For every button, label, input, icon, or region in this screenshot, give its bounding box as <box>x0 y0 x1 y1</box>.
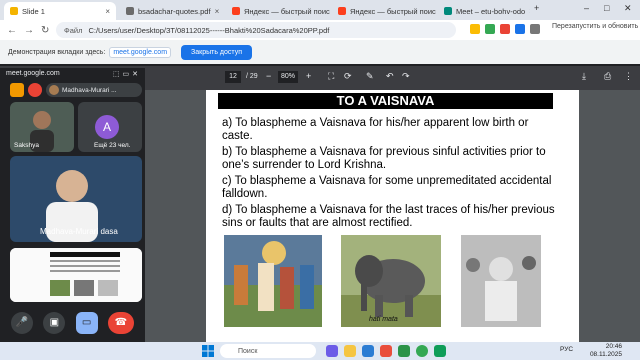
pdf-title: TO A VAISNAVA <box>218 93 553 109</box>
pdf-item-a: a) To blaspheme a Vaisnava for his/her a… <box>222 117 529 142</box>
painting-image <box>224 235 322 327</box>
reload-icon[interactable]: ↻ <box>41 25 49 36</box>
yandex-icon <box>338 7 346 15</box>
profile-icon[interactable] <box>530 24 540 34</box>
pip-controls[interactable]: ⬚▭✕ <box>113 70 141 78</box>
tab-slide-1[interactable]: Slide 1 × <box>4 2 116 20</box>
presenter-pill[interactable]: Madhava-Murari ... <box>46 83 142 97</box>
extension-icon[interactable] <box>485 24 495 34</box>
fit-page-icon[interactable]: ⛶ <box>328 71 334 82</box>
app-icon[interactable] <box>380 345 392 357</box>
taskview-icon[interactable] <box>326 345 338 357</box>
meet-icon <box>444 7 452 15</box>
annotate-icon[interactable]: ✎ <box>366 71 374 82</box>
close-tab-icon[interactable]: × <box>525 7 530 16</box>
meet-header-row: Madhava-Murari ... <box>10 82 142 98</box>
pdf-viewer[interactable]: TO A VAISNAVA a) To blaspheme a Vaisnava… <box>145 90 640 342</box>
stop-sharing-button[interactable]: Закрыть доступ <box>181 44 252 60</box>
close-window-button[interactable]: ✕ <box>624 3 632 14</box>
participant-letter: A <box>95 115 119 139</box>
tab-yandex-2[interactable]: Яндекс — быстрый поиск ·× <box>332 2 436 20</box>
present-button[interactable]: ▭ <box>75 312 98 334</box>
tab-share-banner: Демонстрация вкладки здесь: meet.google.… <box>0 40 640 64</box>
participant-tile[interactable]: Sakshya <box>10 102 74 152</box>
hangup-button[interactable]: ☎ <box>107 312 134 334</box>
back-icon[interactable]: ← <box>7 25 17 36</box>
tab-yandex-1[interactable]: Яндекс — быстрый поиск ·× <box>226 2 330 20</box>
pdf-icon <box>126 7 134 15</box>
zoom-in-icon[interactable]: + <box>306 71 311 81</box>
meet-controls: 🎤 ▣ ▭ ☎ <box>0 304 145 342</box>
pdf-item-c: c) To blaspheme a Vaisnava for some unpr… <box>222 175 552 200</box>
print-icon[interactable]: ⎙ <box>604 71 611 82</box>
tab-meet[interactable]: Meet – etu-bohv-odo× <box>438 2 530 20</box>
new-tab-button[interactable]: + <box>534 3 539 13</box>
speaker-name: Madhava-Murari dasa <box>40 227 118 236</box>
bw-photo <box>461 235 541 327</box>
browser-toolbar: ← → ↻ Файл C:/Users/user/Desktop/ЗТ/0811… <box>0 20 640 40</box>
avatar <box>49 85 59 95</box>
page-number-input[interactable]: 12 <box>225 71 241 83</box>
page-total: / 29 <box>246 73 258 80</box>
taskbar-search[interactable]: Поиск <box>220 344 316 358</box>
zoom-out-icon[interactable]: − <box>266 71 271 81</box>
chrome-icon[interactable] <box>416 345 428 357</box>
camera-button[interactable]: ▣ <box>43 312 66 334</box>
pdf-item-d: d) To blaspheme a Vaisnava for the last … <box>222 204 555 229</box>
more-participants-tile[interactable]: A Ещё 23 чел. <box>78 102 142 152</box>
participant-name: Sakshya <box>14 142 39 149</box>
photo-caption: hati mata <box>369 316 398 323</box>
relaunch-button[interactable]: Перезапустить и обновить <box>552 23 638 30</box>
redo-icon[interactable]: ↷ <box>402 71 410 82</box>
speaker-tile[interactable]: Madhava-Murari dasa <box>10 156 142 242</box>
explorer-icon[interactable] <box>344 345 356 357</box>
undo-icon[interactable]: ↶ <box>386 71 394 82</box>
extension-icon[interactable] <box>500 24 510 34</box>
address-bar[interactable]: Файл C:/Users/user/Desktop/ЗТ/08112025--… <box>56 22 456 38</box>
record-icon[interactable] <box>28 83 42 97</box>
slides-icon <box>10 7 18 15</box>
more-participants-label: Ещё 23 чел. <box>94 142 131 149</box>
mic-button[interactable]: 🎤 <box>11 312 34 334</box>
maximize-button[interactable]: □ <box>604 3 609 13</box>
more-icon[interactable]: ⋮ <box>624 71 633 82</box>
language-indicator[interactable]: РУС <box>560 346 573 353</box>
windows-start-icon[interactable] <box>202 345 214 357</box>
share-site-chip: meet.google.com <box>109 46 172 58</box>
tab-strip: Slide 1 × bsadachar-quotes.pdf × Яндекс — … <box>0 0 640 20</box>
download-icon[interactable]: ⤓ <box>582 71 586 82</box>
edge-icon[interactable] <box>362 345 374 357</box>
yandex-icon <box>232 7 240 15</box>
extension-icon[interactable] <box>515 24 525 34</box>
forward-icon[interactable]: → <box>24 25 34 36</box>
elephant-image: hati mata <box>341 235 441 327</box>
taskbar: Поиск РУС 20:46 08.11.2025 <box>0 342 640 360</box>
rotate-icon[interactable]: ⟳ <box>344 71 352 82</box>
pdf-page: TO A VAISNAVA a) To blaspheme a Vaisnava… <box>206 90 579 342</box>
zoom-input[interactable]: 80% <box>278 71 298 83</box>
pdf-item-b: b) To blaspheme a Vaisnava for previous … <box>222 146 546 171</box>
hand-icon[interactable] <box>10 83 24 97</box>
close-tab-icon[interactable]: × <box>101 7 110 16</box>
presentation-preview[interactable] <box>10 248 142 302</box>
app-icon[interactable] <box>434 345 446 357</box>
clock[interactable]: 20:46 08.11.2025 <box>590 343 622 359</box>
close-tab-icon[interactable]: × <box>211 7 220 16</box>
extension-icon[interactable] <box>470 24 480 34</box>
meet-pip-window: meet.google.com ⬚▭✕ Madhava-Murari ... S… <box>0 68 145 342</box>
share-text: Демонстрация вкладки здесь: <box>8 48 106 56</box>
minimize-button[interactable]: – <box>584 3 589 13</box>
app-icon[interactable] <box>398 345 410 357</box>
tab-quotes-pdf[interactable]: bsadachar-quotes.pdf × <box>120 2 224 20</box>
extension-icons <box>470 24 540 34</box>
